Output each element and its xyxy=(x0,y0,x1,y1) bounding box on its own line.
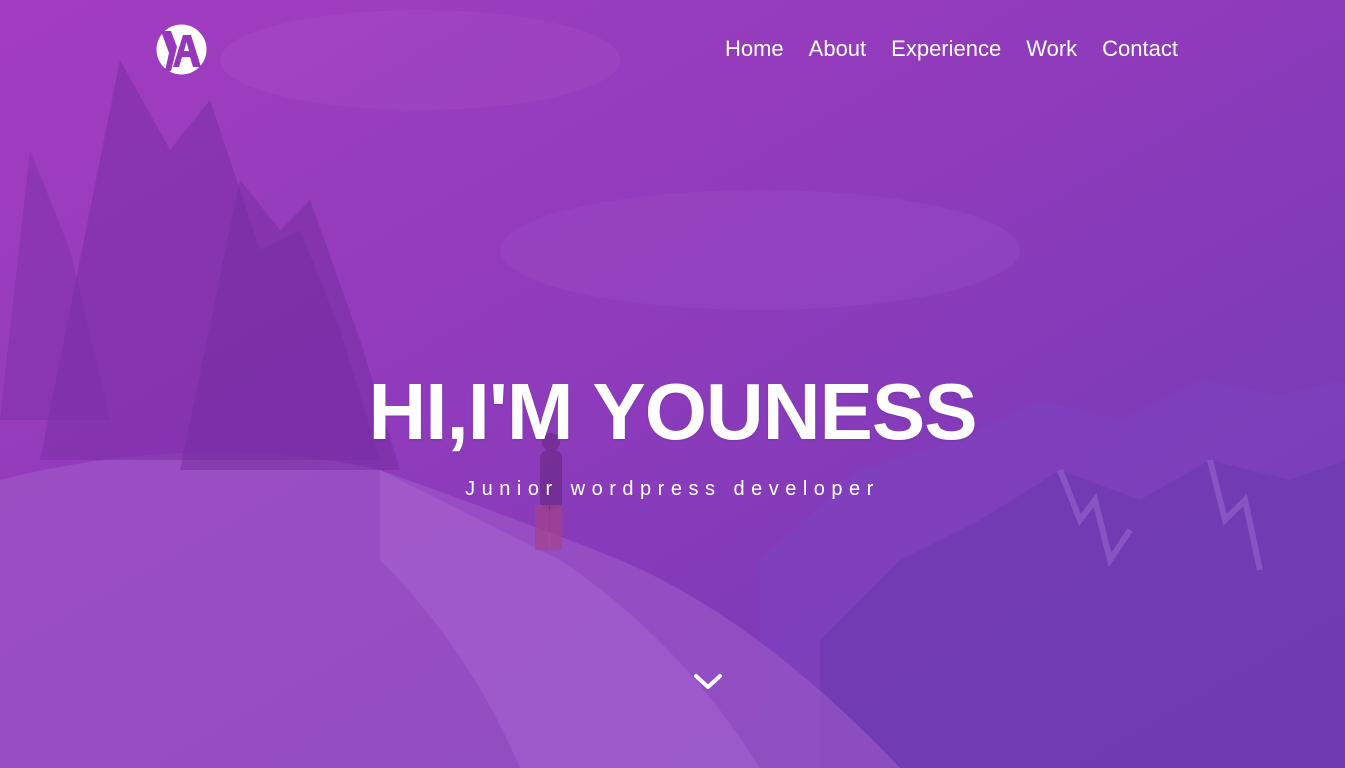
chevron-down-icon xyxy=(694,674,722,689)
nav-item-experience[interactable]: Experience xyxy=(891,34,1001,64)
nav-item-work[interactable]: Work xyxy=(1026,34,1077,64)
site-logo[interactable] xyxy=(155,23,208,76)
nav-item-home[interactable]: Home xyxy=(725,34,784,64)
hero-section: Home About Experience Work Contact HI,I'… xyxy=(0,0,1345,768)
hero-subtitle: Junior wordpress developer xyxy=(465,478,880,500)
ya-monogram-logo-icon xyxy=(156,24,207,75)
scroll-down-button[interactable] xyxy=(692,670,724,694)
nav-item-contact[interactable]: Contact xyxy=(1102,34,1178,64)
nav-item-about[interactable]: About xyxy=(809,34,867,64)
main-nav: Home About Experience Work Contact xyxy=(725,34,1178,64)
hero-headline: HI,I'M YOUNESS xyxy=(368,367,977,456)
